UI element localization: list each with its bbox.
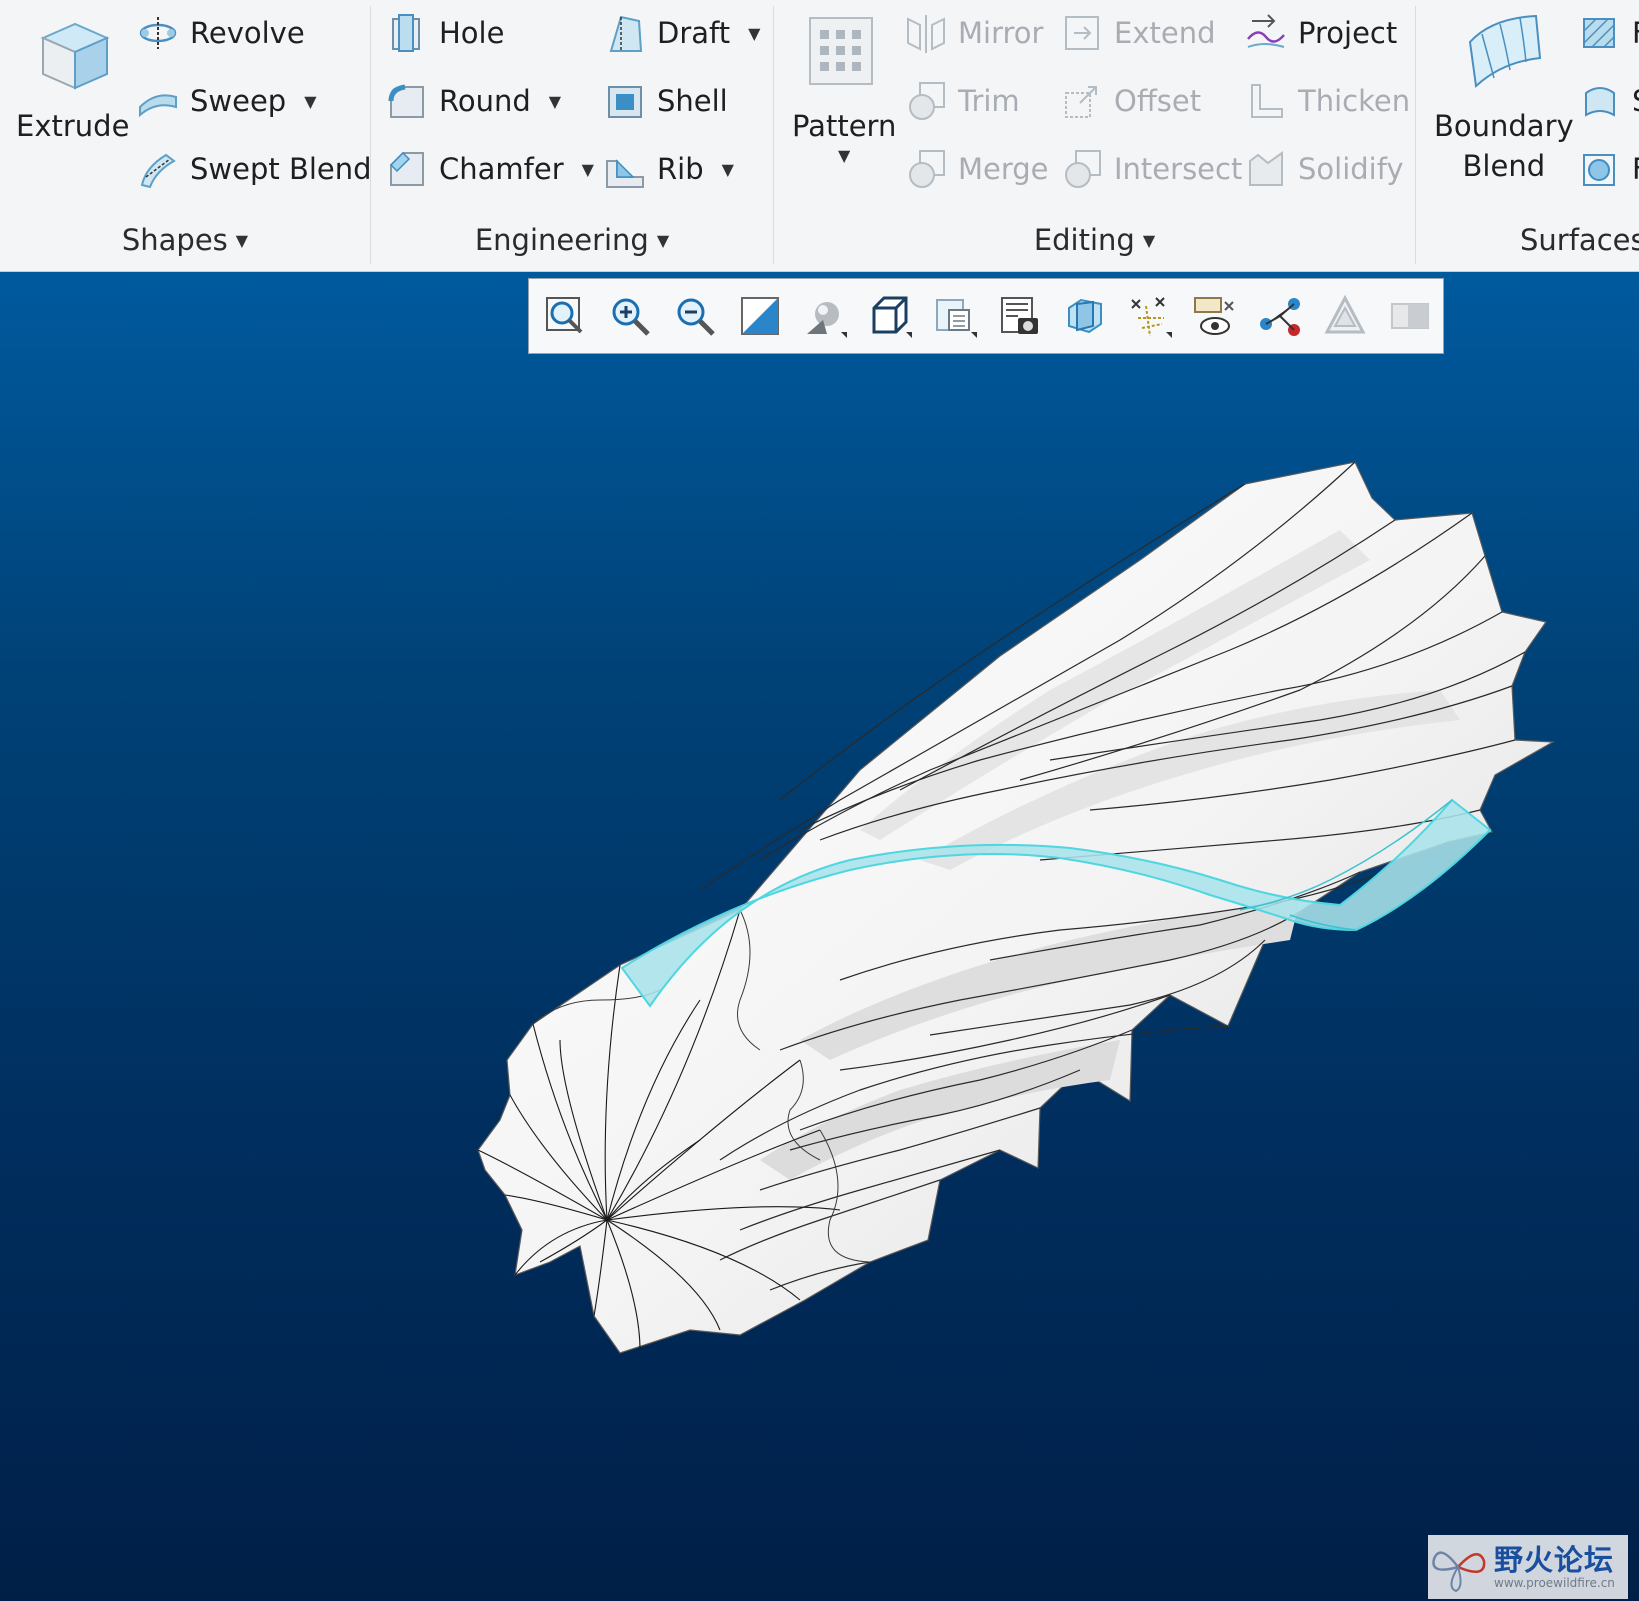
sweep-label: Sweep — [190, 84, 287, 118]
freestyle-label: F — [1632, 152, 1639, 186]
round-dropdown-icon[interactable]: ▼ — [549, 92, 561, 111]
merge-button[interactable]: Merge — [904, 144, 1049, 194]
thicken-label: Thicken — [1298, 84, 1411, 118]
shell-icon — [608, 86, 642, 118]
project-label: Project — [1298, 16, 1398, 50]
hole-label: Hole — [439, 16, 505, 50]
chamfer-dropdown-icon[interactable]: ▼ — [582, 160, 594, 179]
sweep-button[interactable]: Sweep ▼ — [136, 76, 317, 126]
pattern-label: Pattern — [792, 109, 897, 143]
offset-label: Offset — [1114, 84, 1202, 118]
draft-icon — [609, 15, 643, 52]
merge-label: Merge — [958, 152, 1049, 186]
solidify-icon — [1249, 151, 1283, 186]
mirror-label: Mirror — [958, 16, 1044, 50]
graphics-viewport[interactable]: 野火论坛 www.proewildfire.cn — [0, 272, 1639, 1601]
fill-icon — [1583, 18, 1615, 48]
solidify-label: Solidify — [1298, 152, 1404, 186]
shapes-group: Extrude Revolve Sweep ▼ Swept Blend Shap… — [0, 0, 372, 271]
draft-dropdown-icon[interactable]: ▼ — [748, 24, 760, 43]
offset-button[interactable]: Offset — [1060, 76, 1201, 126]
sweep-dropdown-icon[interactable]: ▼ — [304, 92, 316, 111]
extrude-button[interactable]: Extrude — [16, 8, 129, 146]
extend-button[interactable]: Extend — [1060, 8, 1216, 58]
model-canvas[interactable] — [0, 272, 1639, 1601]
solidify-button[interactable]: Solidify — [1244, 144, 1404, 194]
style-button[interactable]: S — [1578, 76, 1639, 126]
intersect-icon — [1065, 150, 1101, 188]
intersect-label: Intersect — [1114, 152, 1243, 186]
engineering-group: Hole Round ▼ Chamfer ▼ Draft ▼ Shell Rib… — [371, 0, 773, 271]
shell-button[interactable]: Shell — [603, 76, 728, 126]
style-label: S — [1632, 84, 1639, 118]
blend-label: Blend — [1462, 149, 1546, 183]
extrude-icon — [40, 22, 110, 90]
surfaces-group: Boundary Blend F S F Surfaces — [1416, 0, 1639, 271]
engineering-group-label[interactable]: Engineering ▼ — [371, 223, 773, 257]
extend-label: Extend — [1114, 16, 1216, 50]
butterfly-logo-icon — [1432, 1551, 1486, 1593]
thicken-icon — [1251, 84, 1283, 118]
watermark-url: www.proewildfire.cn — [1494, 1576, 1615, 1590]
ribbon: Extrude Revolve Sweep ▼ Swept Blend Shap… — [0, 0, 1639, 272]
swept-blend-icon — [140, 153, 176, 189]
extrude-label: Extrude — [16, 109, 130, 143]
freestyle-button[interactable]: F — [1578, 144, 1639, 194]
shell-label: Shell — [657, 84, 728, 118]
mirror-button[interactable]: Mirror — [904, 8, 1043, 58]
trim-icon — [909, 82, 945, 120]
draft-label: Draft — [657, 16, 731, 50]
fill-button[interactable]: F — [1578, 8, 1639, 58]
engineering-caret-icon: ▼ — [656, 231, 670, 250]
hole-button[interactable]: Hole — [385, 8, 504, 58]
style-icon — [1585, 87, 1615, 117]
boundary-label: Boundary — [1434, 109, 1574, 143]
rib-label: Rib — [657, 152, 704, 186]
sweep-icon — [139, 94, 177, 118]
chamfer-button[interactable]: Chamfer ▼ — [385, 144, 594, 194]
swept-blend-button[interactable]: Swept Blend — [136, 144, 372, 194]
shapes-caret-icon: ▼ — [235, 231, 249, 250]
chamfer-icon — [389, 151, 424, 186]
thicken-button[interactable]: Thicken — [1244, 76, 1410, 126]
boundary-blend-icon — [1468, 14, 1541, 89]
revolve-button[interactable]: Revolve — [136, 8, 305, 58]
pattern-icon — [809, 17, 874, 85]
fill-label: F — [1632, 16, 1639, 50]
watermark-title: 野火论坛 — [1494, 1543, 1615, 1577]
fluted-surface-model[interactable] — [477, 461, 1556, 1354]
project-button[interactable]: Project — [1244, 8, 1397, 58]
rib-button[interactable]: Rib ▼ — [603, 144, 734, 194]
round-label: Round — [439, 84, 531, 118]
freestyle-icon — [1583, 154, 1615, 186]
editing-group: Pattern ▼ Mirror Trim Merge Extend Offse… — [774, 0, 1415, 271]
merge-icon — [909, 150, 945, 188]
hole-icon — [392, 14, 420, 52]
revolve-icon — [139, 17, 177, 49]
offset-icon — [1065, 86, 1097, 118]
rib-icon — [606, 159, 644, 188]
intersect-button[interactable]: Intersect — [1060, 144, 1242, 194]
extend-icon — [1065, 16, 1099, 50]
editing-group-label[interactable]: Editing ▼ — [774, 223, 1415, 257]
mirror-icon — [907, 15, 945, 53]
trim-label: Trim — [958, 84, 1020, 118]
round-button[interactable]: Round ▼ — [385, 76, 561, 126]
pattern-button[interactable]: Pattern ▼ — [792, 8, 896, 166]
shapes-group-label[interactable]: Shapes ▼ — [0, 223, 370, 257]
watermark-logo: 野火论坛 www.proewildfire.cn — [1428, 1535, 1628, 1599]
project-icon — [1247, 14, 1285, 48]
chamfer-label: Chamfer — [439, 152, 564, 186]
rib-dropdown-icon[interactable]: ▼ — [722, 160, 734, 179]
swept-blend-label: Swept Blend — [190, 152, 372, 186]
revolve-label: Revolve — [190, 16, 305, 50]
pattern-dropdown-icon[interactable]: ▼ — [838, 146, 850, 166]
trim-button[interactable]: Trim — [904, 76, 1020, 126]
round-icon — [388, 84, 424, 118]
draft-button[interactable]: Draft ▼ — [603, 8, 760, 58]
boundary-blend-button[interactable]: Boundary Blend — [1434, 8, 1574, 186]
surfaces-group-label[interactable]: Surfaces — [1520, 223, 1639, 257]
editing-caret-icon: ▼ — [1142, 231, 1156, 250]
